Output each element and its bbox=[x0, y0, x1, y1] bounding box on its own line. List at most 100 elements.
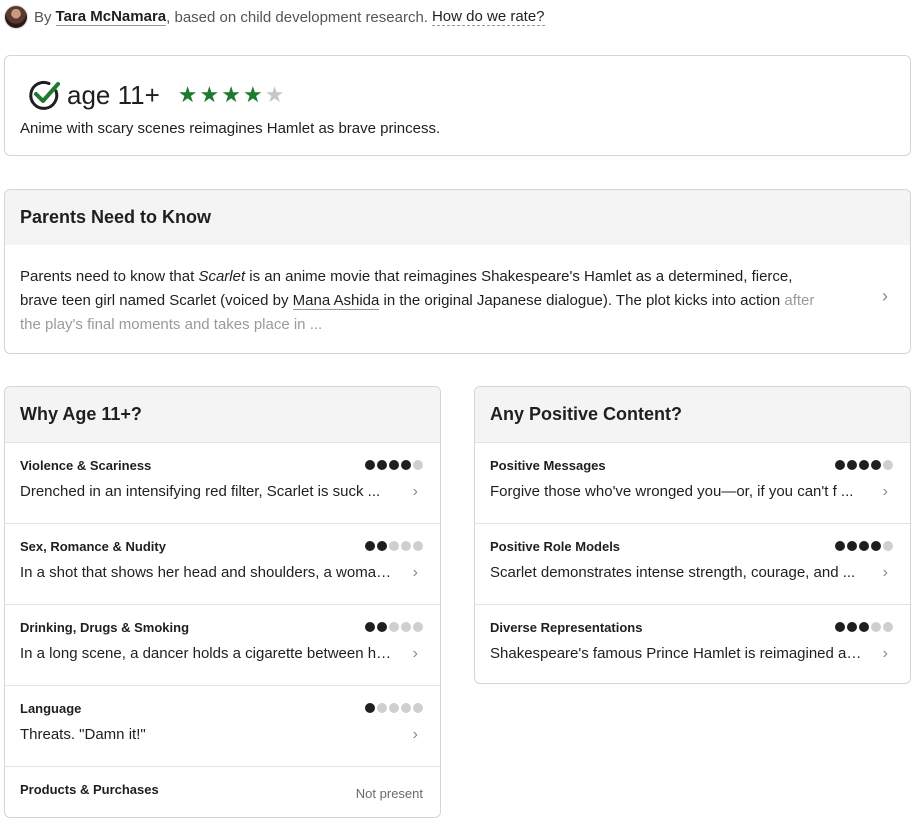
star-icon: ★ bbox=[199, 82, 220, 107]
rating-row-title: Diverse Representations bbox=[490, 620, 643, 635]
rating-row[interactable]: Violence & Scariness Drenched in an inten… bbox=[5, 442, 440, 523]
not-present-label: Not present bbox=[355, 786, 423, 801]
rating-row: Products & Purchases Not present bbox=[5, 766, 440, 817]
rating-row[interactable]: Diverse Representations Shakespeare's fam… bbox=[475, 604, 910, 683]
pntk-text-1: Parents need to know that bbox=[20, 268, 199, 285]
rating-dot bbox=[835, 541, 845, 551]
rating-dot bbox=[401, 541, 411, 551]
star-icon: ★ bbox=[264, 82, 285, 107]
why-age-card: Why Age 11+? Violence & Scariness Drenche… bbox=[4, 386, 441, 818]
rating-dot bbox=[859, 541, 869, 551]
chevron-right-icon[interactable]: › bbox=[413, 645, 418, 663]
actor-link[interactable]: Mana Ashida bbox=[292, 292, 380, 310]
rating-dot bbox=[859, 460, 869, 470]
rating-row-title: Positive Messages bbox=[490, 458, 606, 473]
rating-row-text: Forgive those who've wronged you—or, if … bbox=[490, 483, 854, 500]
rating-dots bbox=[835, 541, 893, 551]
star-rating: ★ ★ ★ ★ ★ bbox=[178, 84, 285, 106]
rating-dot bbox=[883, 460, 893, 470]
rating-row[interactable]: Sex, Romance & Nudity In a shot that show… bbox=[5, 523, 440, 604]
rating-dot bbox=[413, 460, 423, 470]
age-rating-card: age 11+ ★ ★ ★ ★ ★ Anime with scary scenes re… bbox=[4, 55, 911, 156]
rating-dot bbox=[871, 622, 881, 632]
rating-dot bbox=[377, 460, 387, 470]
rating-dot bbox=[401, 622, 411, 632]
rating-dots bbox=[365, 541, 423, 551]
rating-row-title: Language bbox=[20, 701, 82, 716]
checkmark-circle-icon bbox=[29, 80, 60, 110]
rating-dot bbox=[377, 541, 387, 551]
rating-row-title: Positive Role Models bbox=[490, 539, 621, 554]
pntk-movie-title: Scarlet bbox=[198, 268, 246, 285]
chevron-right-icon[interactable]: › bbox=[883, 483, 888, 501]
age-label: age 11+ bbox=[67, 79, 160, 110]
rating-dot bbox=[835, 460, 845, 470]
rating-dot bbox=[859, 622, 869, 632]
rating-row[interactable]: Positive Messages Forgive those who've wr… bbox=[475, 442, 910, 523]
rating-dot bbox=[835, 622, 845, 632]
star-icon: ★ bbox=[177, 82, 198, 107]
rating-dot bbox=[413, 541, 423, 551]
rating-dots bbox=[835, 460, 893, 470]
star-icon: ★ bbox=[221, 82, 241, 107]
rating-row-text: Threats. "Damn it!" bbox=[20, 726, 146, 743]
rating-dot bbox=[365, 460, 375, 470]
positive-content-card: Any Positive Content? Positive Messages F… bbox=[474, 386, 911, 684]
rating-row[interactable]: Language Threats. "Damn it!" › bbox=[5, 685, 440, 766]
rating-dot bbox=[389, 541, 399, 551]
chevron-right-icon[interactable]: › bbox=[883, 645, 888, 663]
rating-dots bbox=[365, 622, 423, 632]
rating-dot bbox=[365, 541, 375, 551]
byline-prefix: By bbox=[34, 8, 52, 26]
chevron-right-icon[interactable]: › bbox=[413, 483, 418, 501]
rating-row-text: Shakespeare's famous Prince Hamlet is re… bbox=[490, 645, 862, 662]
age-summary: Anime with scary scenes reimagines Hamle… bbox=[20, 120, 441, 137]
rating-dot bbox=[413, 703, 423, 713]
rating-row-title: Sex, Romance & Nudity bbox=[20, 539, 166, 554]
rating-dot bbox=[883, 622, 893, 632]
how-do-we-rate-link[interactable]: How do we rate? bbox=[431, 8, 545, 26]
parents-need-to-know-title: Parents Need to Know bbox=[5, 190, 910, 245]
rating-dot bbox=[847, 460, 857, 470]
chevron-right-icon[interactable]: › bbox=[883, 564, 888, 582]
rating-dot bbox=[401, 703, 411, 713]
pntk-text-3: in the original Japanese dialogue). The … bbox=[379, 292, 785, 309]
rating-dots bbox=[365, 460, 423, 470]
rating-dot bbox=[401, 460, 411, 470]
positive-content-title: Any Positive Content? bbox=[475, 387, 910, 442]
rating-dot bbox=[847, 622, 857, 632]
rating-dot bbox=[377, 703, 387, 713]
author-avatar bbox=[4, 5, 28, 29]
why-age-title: Why Age 11+? bbox=[5, 387, 440, 442]
rating-row-title: Violence & Scariness bbox=[20, 458, 152, 473]
rating-row-title: Drinking, Drugs & Smoking bbox=[20, 620, 190, 635]
rating-dot bbox=[377, 622, 387, 632]
rating-row-text: Drenched in an intensifying red filter, … bbox=[20, 483, 381, 500]
rating-row[interactable]: Positive Role Models Scarlet demonstrates… bbox=[475, 523, 910, 604]
chevron-right-icon[interactable]: › bbox=[413, 564, 418, 582]
rating-dot bbox=[365, 622, 375, 632]
rating-dot bbox=[883, 541, 893, 551]
rating-dot bbox=[389, 460, 399, 470]
byline: By Tara McNamara , based on child develo… bbox=[4, 4, 545, 30]
rating-dot bbox=[389, 622, 399, 632]
rating-dot bbox=[871, 541, 881, 551]
chevron-right-icon[interactable]: › bbox=[413, 726, 418, 744]
rating-dot bbox=[847, 541, 857, 551]
rating-row-text: Scarlet demonstrates intense strength, c… bbox=[490, 564, 856, 581]
rating-dot bbox=[389, 703, 399, 713]
chevron-right-icon[interactable]: › bbox=[882, 286, 888, 307]
rating-row-text: In a long scene, a dancer holds a cigare… bbox=[20, 645, 392, 662]
rating-dot bbox=[871, 460, 881, 470]
rating-dot bbox=[413, 622, 423, 632]
rating-row-title: Products & Purchases bbox=[20, 782, 159, 797]
rating-dots bbox=[835, 622, 893, 632]
author-link[interactable]: Tara McNamara bbox=[55, 8, 167, 26]
parents-need-to-know-card[interactable]: Parents Need to Know Parents need to kno… bbox=[4, 189, 911, 354]
star-icon: ★ bbox=[242, 82, 263, 107]
rating-row[interactable]: Drinking, Drugs & Smoking In a long scene… bbox=[5, 604, 440, 685]
parents-need-to-know-text: Parents need to know that Scarlet is an … bbox=[20, 265, 820, 337]
rating-row-text: In a shot that shows her head and should… bbox=[20, 564, 392, 581]
rating-dots bbox=[365, 703, 423, 713]
byline-suffix: , based on child development research. bbox=[166, 8, 428, 26]
